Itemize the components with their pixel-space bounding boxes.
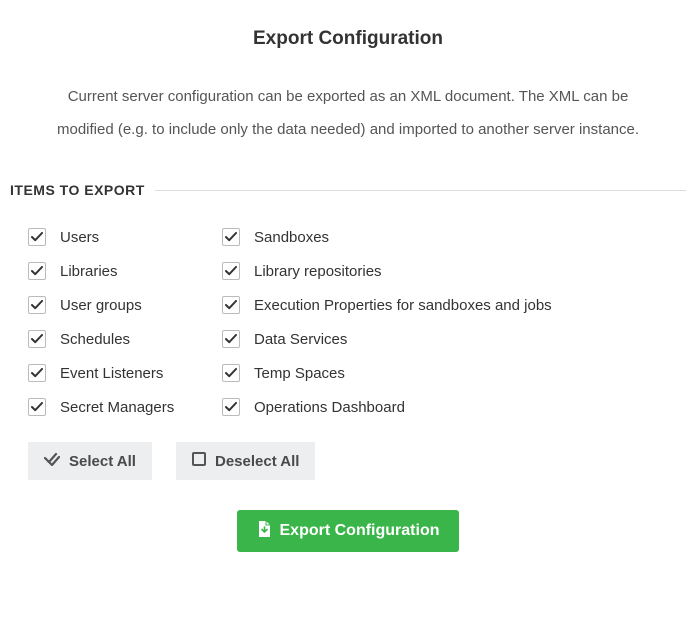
select-all-label: Select All — [69, 453, 136, 470]
item-label: Library repositories — [254, 263, 382, 280]
checkbox[interactable] — [28, 330, 46, 348]
list-item: Temp Spaces — [222, 356, 686, 390]
list-item: Sandboxes — [222, 220, 686, 254]
deselect-all-label: Deselect All — [215, 453, 300, 470]
checkbox[interactable] — [222, 262, 240, 280]
item-label: Event Listeners — [60, 365, 163, 382]
select-all-button[interactable]: Select All — [28, 442, 152, 480]
list-item: Schedules — [28, 322, 198, 356]
list-item: User groups — [28, 288, 198, 322]
item-label: Schedules — [60, 331, 130, 348]
list-item: Operations Dashboard — [222, 390, 686, 424]
export-configuration-button[interactable]: Export Configuration — [237, 510, 460, 552]
item-label: User groups — [60, 297, 142, 314]
empty-checkbox-icon — [192, 452, 206, 470]
checkbox[interactable] — [28, 228, 46, 246]
page-title: Export Configuration — [10, 28, 686, 50]
item-label: Operations Dashboard — [254, 399, 405, 416]
checkbox[interactable] — [222, 330, 240, 348]
item-label: Temp Spaces — [254, 365, 345, 382]
section-header-text: ITEMS TO EXPORT — [10, 182, 155, 198]
checkbox[interactable] — [222, 364, 240, 382]
divider — [155, 190, 686, 191]
export-label: Export Configuration — [280, 522, 440, 540]
list-item: Users — [28, 220, 198, 254]
checkbox[interactable] — [222, 228, 240, 246]
list-item: Event Listeners — [28, 356, 198, 390]
list-item: Library repositories — [222, 254, 686, 288]
item-label: Users — [60, 229, 99, 246]
page-description: Current server configuration can be expo… — [40, 80, 656, 146]
checkbox[interactable] — [222, 398, 240, 416]
list-item: Execution Properties for sandboxes and j… — [222, 288, 686, 322]
item-label: Sandboxes — [254, 229, 329, 246]
list-item: Data Services — [222, 322, 686, 356]
item-label: Secret Managers — [60, 399, 174, 416]
item-label: Libraries — [60, 263, 118, 280]
double-check-icon — [44, 452, 60, 470]
deselect-all-button[interactable]: Deselect All — [176, 442, 316, 480]
list-item: Libraries — [28, 254, 198, 288]
checkbox[interactable] — [222, 296, 240, 314]
item-label: Execution Properties for sandboxes and j… — [254, 297, 552, 314]
item-label: Data Services — [254, 331, 347, 348]
checkbox[interactable] — [28, 364, 46, 382]
file-export-icon — [257, 521, 271, 542]
checkbox[interactable] — [28, 262, 46, 280]
list-item: Secret Managers — [28, 390, 198, 424]
checkbox[interactable] — [28, 398, 46, 416]
section-header: ITEMS TO EXPORT — [10, 182, 686, 198]
checkbox[interactable] — [28, 296, 46, 314]
